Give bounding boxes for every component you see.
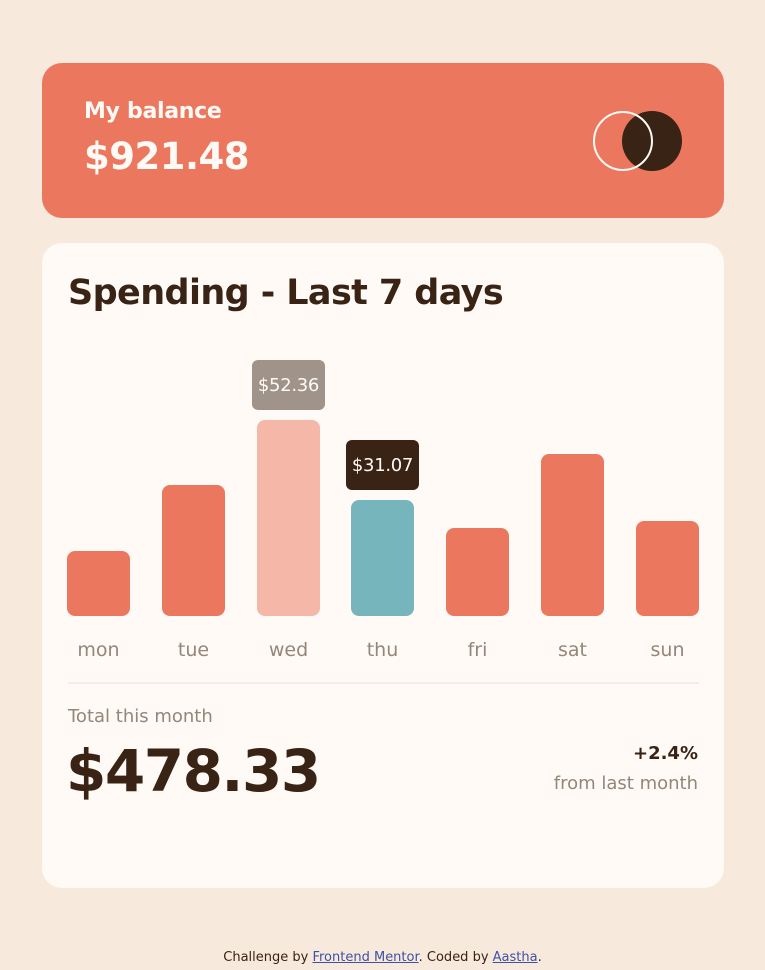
- balance-label: My balance: [84, 99, 222, 124]
- day-label-sun: sun: [650, 639, 685, 661]
- bar-mon[interactable]: [67, 551, 130, 616]
- author-link[interactable]: Aastha: [493, 950, 538, 965]
- day-label-thu: thu: [366, 639, 399, 661]
- attribution-suffix: .: [537, 950, 542, 965]
- day-label-fri: fri: [467, 639, 488, 661]
- logo-icon: [592, 109, 684, 171]
- bar-sat[interactable]: [541, 454, 604, 616]
- attribution-middle: . Coded by: [418, 950, 493, 965]
- day-label-tue: tue: [177, 639, 210, 661]
- spending-card: Spending - Last 7 days mon tue $52.36 wed $3…: [42, 243, 724, 888]
- bar-tue[interactable]: [162, 485, 225, 616]
- attribution-prefix: Challenge by: [223, 950, 313, 965]
- balance-value: $921.48: [84, 135, 250, 178]
- day-label-wed: wed: [268, 639, 309, 661]
- percent-change: +2.4%: [632, 743, 698, 764]
- percent-change-label: from last month: [553, 773, 698, 794]
- tooltip-wed: $52.36: [252, 360, 325, 410]
- bar-wed[interactable]: [257, 420, 320, 616]
- total-month-label: Total this month: [68, 706, 213, 727]
- balance-card: My balance $921.48: [42, 63, 724, 218]
- divider: [68, 682, 699, 684]
- attribution: Challenge by Frontend Mentor. Coded by A…: [0, 950, 765, 965]
- total-month-value: $478.33: [66, 737, 321, 805]
- tooltip-thu: $31.07: [346, 440, 419, 490]
- spending-chart: mon tue $52.36 wed $31.07 thu fri sat sun: [42, 243, 724, 673]
- bar-sun[interactable]: [636, 521, 699, 616]
- day-label-mon: mon: [77, 639, 120, 661]
- bar-thu[interactable]: [351, 500, 414, 616]
- day-label-sat: sat: [558, 639, 587, 661]
- frontend-mentor-link[interactable]: Frontend Mentor: [312, 950, 418, 965]
- bar-fri[interactable]: [446, 528, 509, 616]
- logo-outline-circle: [593, 111, 653, 171]
